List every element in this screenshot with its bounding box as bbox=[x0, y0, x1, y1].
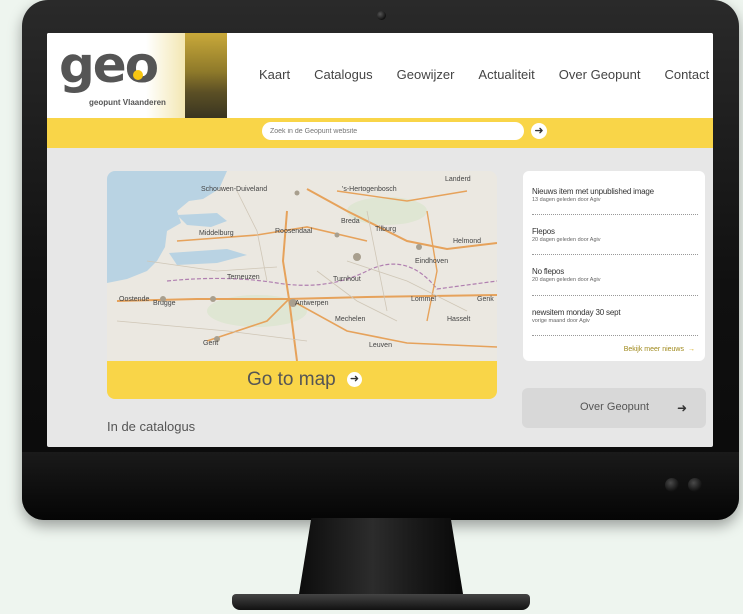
over-geopunt-button[interactable]: Over Geopunt ➜ bbox=[522, 388, 706, 428]
news-item[interactable]: newsitem monday 30 sept vorige maand doo… bbox=[532, 308, 698, 336]
map-label-schouwen-duiveland: Schouwen-Duiveland bbox=[201, 186, 267, 193]
map-label-middelburg: Middelburg bbox=[199, 230, 234, 237]
go-to-map-button[interactable]: Go to map ➜ bbox=[107, 361, 497, 399]
catalogus-heading: In de catalogus bbox=[107, 419, 196, 434]
news-panel: Nieuws item met unpublished image 13 dag… bbox=[523, 171, 705, 361]
webcam-icon bbox=[377, 11, 386, 20]
logo-wordmark: geo bbox=[59, 36, 159, 94]
logo-cityscape-image bbox=[185, 33, 227, 118]
map-label-breda: Breda bbox=[341, 218, 360, 225]
map-label-terneuzen: Terneuzen bbox=[227, 274, 260, 281]
map-label-tilburg: Tilburg bbox=[375, 226, 396, 233]
map-label-genk: Genk bbox=[477, 296, 494, 303]
nav-item-catalogus[interactable]: Catalogus bbox=[314, 67, 373, 82]
search-bar: ➜ bbox=[47, 118, 713, 148]
map-label-leuven: Leuven bbox=[369, 342, 392, 349]
nav-item-geowijzer[interactable]: Geowijzer bbox=[397, 67, 455, 82]
arrow-right-icon: ➜ bbox=[677, 401, 688, 415]
news-item[interactable]: No flepos 20 dagen geleden door Agiv bbox=[532, 267, 698, 296]
nav-item-contact[interactable]: Contact bbox=[664, 67, 709, 82]
map-label-hasselt: Hasselt bbox=[447, 316, 470, 323]
logo-dot-icon bbox=[133, 70, 143, 80]
main-navigation: Kaart Catalogus Geowijzer Actualiteit Ov… bbox=[259, 67, 713, 82]
site-header: geo geopunt Vlaanderen Kaart Catalogus G… bbox=[47, 33, 713, 118]
more-news-label: Bekijk meer nieuws bbox=[623, 346, 684, 353]
site-logo[interactable]: geo geopunt Vlaanderen bbox=[47, 33, 227, 118]
map-graphic: 's-Hertogenbosch Schouwen-Duiveland Midd… bbox=[107, 171, 497, 361]
news-item-meta: 20 dagen geleden door Agiv bbox=[532, 277, 601, 283]
nav-item-actualiteit[interactable]: Actualiteit bbox=[478, 67, 534, 82]
more-news-link[interactable]: Bekijk meer nieuws → bbox=[624, 346, 695, 353]
news-item[interactable]: Flepos 20 dagen geleden door Agiv bbox=[532, 227, 698, 255]
monitor-chin bbox=[22, 452, 739, 520]
map-preview[interactable]: 's-Hertogenbosch Schouwen-Duiveland Midd… bbox=[107, 171, 497, 361]
power-led-icon bbox=[665, 478, 679, 492]
arrow-right-icon: ➜ bbox=[347, 372, 362, 387]
map-label-antwerpen: Antwerpen bbox=[295, 300, 329, 307]
search-submit-button[interactable]: ➜ bbox=[531, 123, 547, 139]
power-button-icon bbox=[688, 478, 702, 492]
over-geopunt-label: Over Geopunt bbox=[580, 401, 650, 413]
news-item-title: No flepos bbox=[532, 267, 564, 276]
map-label-turnhout: Turnhout bbox=[333, 276, 361, 283]
news-item[interactable]: Nieuws item met unpublished image 13 dag… bbox=[532, 187, 698, 215]
map-label-landerd: Landerd bbox=[445, 176, 471, 183]
monitor-base bbox=[232, 594, 530, 610]
go-to-map-label: Go to map bbox=[247, 369, 336, 390]
map-label-lommel: Lommel bbox=[411, 296, 436, 303]
news-item-title: newsitem monday 30 sept bbox=[532, 308, 621, 317]
website-screen: geo geopunt Vlaanderen Kaart Catalogus G… bbox=[47, 33, 713, 447]
news-item-title: Nieuws item met unpublished image bbox=[532, 187, 654, 196]
map-label-oostende: Oostende bbox=[119, 296, 149, 303]
news-item-meta: 20 dagen geleden door Agiv bbox=[532, 237, 601, 243]
search-input[interactable] bbox=[262, 122, 524, 140]
arrow-right-icon: ➜ bbox=[534, 125, 544, 137]
map-label-mechelen: Mechelen bbox=[335, 316, 365, 323]
arrow-right-icon: → bbox=[688, 346, 695, 353]
news-item-meta: 13 dagen geleden door Agiv bbox=[532, 197, 601, 203]
map-label-helmond: Helmond bbox=[453, 238, 481, 245]
map-label-gent: Gent bbox=[203, 340, 218, 347]
map-label-brugge: Brugge bbox=[153, 300, 176, 307]
nav-item-over-geopunt[interactable]: Over Geopunt bbox=[559, 67, 641, 82]
news-item-meta: vorige maand door Agiv bbox=[532, 318, 590, 324]
map-label-roosendaal: Roosendaal bbox=[275, 228, 313, 235]
news-item-title: Flepos bbox=[532, 227, 555, 236]
logo-subtitle: geopunt Vlaanderen bbox=[89, 98, 166, 107]
map-label-s-hertogenbosch: 's-Hertogenbosch bbox=[342, 186, 397, 193]
monitor-stand bbox=[298, 518, 464, 600]
nav-item-kaart[interactable]: Kaart bbox=[259, 67, 290, 82]
map-label-eindhoven: Eindhoven bbox=[415, 258, 448, 265]
